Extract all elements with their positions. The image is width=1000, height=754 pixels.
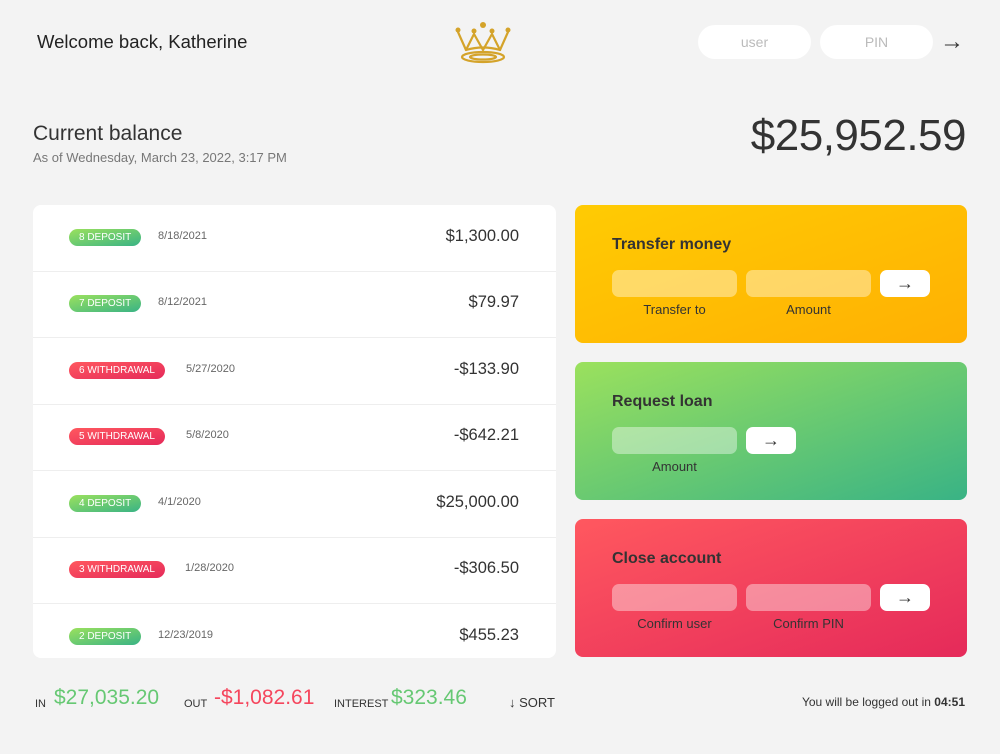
login-arrow-button[interactable]: → [940,28,964,56]
movement-type-badge: 8 DEPOSIT [69,229,142,246]
movement-type-badge: 4 DEPOSIT [69,495,142,512]
loan-title: Request loan [612,393,713,410]
summary-interest-value: $323.46 [391,686,467,709]
movement-date: 4/1/2020 [158,496,201,508]
summary-out-label: Out [184,698,208,710]
balance-label: Current balance [33,122,183,145]
movement-value: $79.97 [468,293,519,311]
login-user-input[interactable]: user [698,25,811,59]
logout-timer: You will be logged out in 04:51 [802,695,965,709]
movement-type-badge: 6 WITHDRAWAL [69,362,165,379]
movement-row: 2 DEPOSIT 12/23/2019 $455.23 [33,604,556,658]
movement-type-badge: 5 WITHDRAWAL [69,428,165,445]
sort-button[interactable]: ↓ SORT [509,695,555,710]
welcome-message: Welcome back, Katherine [37,31,248,52]
transfer-amount-label: Amount [786,302,831,317]
close-account-panel: Close account → Confirm user Confirm PIN [575,519,967,657]
movement-row: 5 WITHDRAWAL 5/8/2020 -$642.21 [33,404,556,471]
balance-date: As of Wednesday, March 23, 2022, 3:17 PM [33,150,287,165]
movement-row: 8 DEPOSIT 8/18/2021 $1,300.00 [33,205,556,272]
crown-logo-icon [455,22,511,64]
logout-timer-text: You will be logged out in [801,695,931,709]
close-user-input[interactable] [612,584,737,611]
movement-date: 8/18/2021 [158,230,207,242]
request-loan-panel: Request loan → Amount [575,362,967,500]
close-pin-input[interactable] [746,584,871,611]
close-title: Close account [612,550,722,567]
summary-interest-label: Interest [334,698,389,710]
movement-date: 5/8/2020 [186,429,229,441]
movement-value: -$642.21 [453,426,519,444]
movement-date: 8/12/2021 [158,296,207,308]
loan-amount-input[interactable] [612,427,737,454]
movement-value: -$133.90 [453,360,519,378]
movement-row: 6 WITHDRAWAL 5/27/2020 -$133.90 [33,338,556,405]
movement-date: 5/27/2020 [186,363,235,375]
balance-value: $25,952.59 [750,111,967,160]
movement-row: 7 DEPOSIT 8/12/2021 $79.97 [33,271,556,338]
movement-type-badge: 7 DEPOSIT [69,295,142,312]
movement-row: 3 WITHDRAWAL 1/28/2020 -$306.50 [33,537,556,604]
transfer-submit-button[interactable]: → [880,270,930,297]
top-nav: Welcome back, Katherine user PIN → [0,0,1000,86]
close-user-label: Confirm user [637,616,712,631]
loan-submit-button[interactable]: → [746,427,796,454]
movement-value: $25,000.00 [436,493,519,511]
transfer-to-input[interactable] [612,270,737,297]
movement-value: $1,300.00 [445,227,519,245]
summary-out-value: -$1,082.61 [214,686,315,709]
movement-date: 12/23/2019 [158,629,214,641]
movement-value: -$306.50 [453,559,519,577]
transfer-amount-input[interactable] [746,270,871,297]
transfer-to-label: Transfer to [643,302,706,317]
movement-date: 1/28/2020 [185,562,234,574]
movement-row: 4 DEPOSIT 4/1/2020 $25,000.00 [33,471,556,538]
transfer-money-panel: Transfer money → Transfer to Amount [575,205,967,343]
summary-in-value: $27,035.20 [54,686,160,709]
transfer-title: Transfer money [612,236,732,253]
login-pin-input[interactable]: PIN [820,25,933,59]
movement-type-badge: 3 WITHDRAWAL [69,561,165,578]
close-pin-label: Confirm PIN [773,616,844,631]
movements-list[interactable]: 8 DEPOSIT 8/18/2021 $1,300.00 7 DEPOSIT … [33,205,556,658]
summary-in-label: In [35,698,46,710]
logout-timer-value: 04:51 [934,695,965,709]
movement-value: $455.23 [459,626,519,644]
loan-amount-label: Amount [652,459,697,474]
close-submit-button[interactable]: → [880,584,930,611]
movement-type-badge: 2 DEPOSIT [69,628,142,645]
